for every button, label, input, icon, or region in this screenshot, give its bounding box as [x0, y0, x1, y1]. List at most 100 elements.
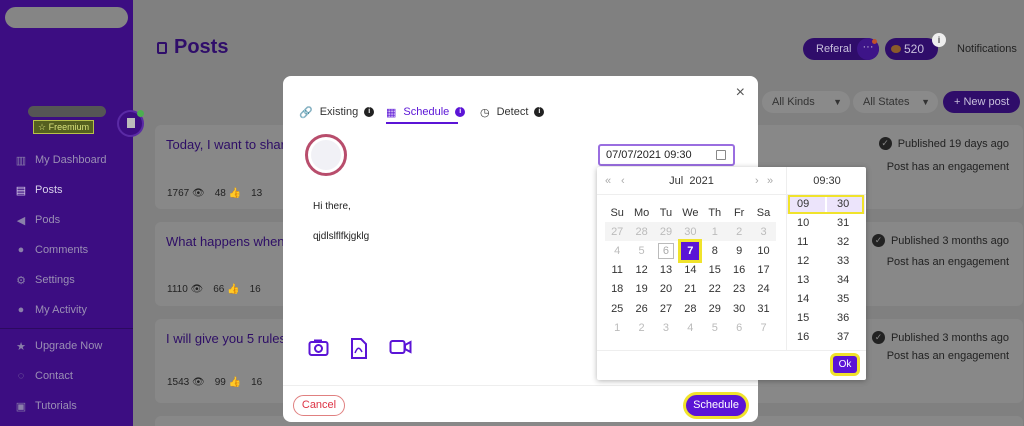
- calendar-day[interactable]: 31: [751, 299, 775, 318]
- minute-option[interactable]: 35: [827, 290, 865, 309]
- calendar-day[interactable]: 29: [703, 299, 727, 318]
- minute-option[interactable]: 33: [827, 252, 865, 271]
- calendar-day[interactable]: 8: [703, 241, 727, 260]
- calendar-day: 4: [614, 244, 621, 257]
- calendar-day[interactable]: 21: [678, 280, 702, 299]
- video-icon[interactable]: [389, 338, 412, 362]
- avatar: [305, 134, 347, 176]
- notifications-link[interactable]: Notifications: [957, 43, 1017, 55]
- calendar-day-selected[interactable]: 7: [678, 241, 702, 260]
- hour-option[interactable]: 13: [787, 271, 825, 290]
- hour-option[interactable]: 12: [787, 252, 825, 271]
- calendar-day[interactable]: 11: [605, 261, 629, 280]
- calendar-day[interactable]: 18: [605, 280, 629, 299]
- calendar-day[interactable]: 26: [629, 299, 653, 318]
- calendar-day[interactable]: 14: [678, 261, 702, 280]
- calendar-day[interactable]: 10: [751, 241, 775, 260]
- tab-existing[interactable]: 🔗 Existing i: [299, 101, 375, 123]
- calendar-panel: « ‹ Jul 2021 › » Su Mo Tu We Th Fr Sa 27 28 29 30 1…: [597, 167, 786, 350]
- kinds-filter[interactable]: All Kinds ▼: [762, 91, 850, 113]
- sidebar-item-tutorials[interactable]: ▣ Tutorials: [14, 397, 77, 415]
- new-post-button[interactable]: + New post: [943, 91, 1020, 113]
- post-title[interactable]: Today, I want to share: [166, 137, 292, 152]
- video-icon: ▣: [15, 400, 27, 413]
- online-status-dot: [137, 110, 144, 117]
- close-icon[interactable]: ×: [736, 85, 745, 101]
- sidebar-item-dashboard[interactable]: ▥ My Dashboard: [14, 151, 107, 169]
- calendar-day[interactable]: 22: [703, 280, 727, 299]
- schedule-datetime-input[interactable]: 07/07/2021 09:30: [598, 144, 735, 166]
- modal-footer-divider: [283, 385, 758, 386]
- sidebar-item-contact[interactable]: ◌ Contact: [14, 367, 73, 385]
- calendar-day[interactable]: 19: [629, 280, 653, 299]
- referal-more-button[interactable]: ···: [857, 38, 879, 60]
- calendar-day: 3: [662, 321, 670, 334]
- info-icon: i: [534, 107, 545, 117]
- minute-column: 30 31 32 33 34 35 36 37: [827, 195, 865, 347]
- minute-option[interactable]: 34: [827, 271, 865, 290]
- calendar-day[interactable]: 17: [751, 261, 775, 280]
- sidebar-item-comments[interactable]: ● Comments: [14, 241, 89, 259]
- next-year-button[interactable]: »: [767, 175, 773, 187]
- status-badge: ✓ Published 19 days ago: [878, 137, 1009, 150]
- status-badge: ✓ Published 3 months ago: [871, 331, 1009, 344]
- calendar-day[interactable]: 27: [654, 299, 678, 318]
- cancel-button[interactable]: Cancel: [293, 395, 345, 416]
- tab-detect[interactable]: ◷ Detect i: [480, 101, 545, 123]
- schedule-button[interactable]: Schedule: [686, 395, 746, 416]
- sidebar-search[interactable]: [5, 7, 128, 28]
- hour-option[interactable]: 11: [787, 233, 825, 252]
- calendar-day[interactable]: 16: [727, 261, 751, 280]
- referal-button[interactable]: Referal ···: [803, 38, 879, 60]
- tab-schedule[interactable]: ▦ Schedule i: [386, 101, 466, 123]
- post-title[interactable]: I will give you 5 rules: [166, 331, 286, 346]
- calendar-icon[interactable]: [716, 150, 726, 160]
- sidebar-divider: [0, 328, 133, 329]
- minute-option[interactable]: 37: [827, 328, 865, 347]
- calendar-day[interactable]: 13: [654, 261, 678, 280]
- hour-option[interactable]: 16: [787, 328, 825, 347]
- weekday-header: We: [682, 206, 699, 219]
- engagement-text: Post has an engagement: [886, 161, 1009, 173]
- sidebar-item-upgrade[interactable]: ★ Upgrade Now: [14, 337, 102, 355]
- calendar-day[interactable]: 12: [629, 261, 653, 280]
- speech-icon: ◌: [17, 370, 25, 382]
- sidebar-item-pods[interactable]: ◀ Pods: [14, 211, 60, 229]
- megaphone-icon: ◀: [16, 214, 26, 227]
- hour-option[interactable]: 14: [787, 290, 825, 309]
- calendar-day: 1: [711, 225, 718, 238]
- states-filter[interactable]: All States ▼: [853, 91, 938, 113]
- hour-option[interactable]: 15: [787, 309, 825, 328]
- camera-icon[interactable]: [308, 338, 329, 363]
- hour-option[interactable]: 10: [787, 214, 825, 233]
- minute-option[interactable]: 32: [827, 233, 865, 252]
- minute-option[interactable]: 31: [827, 214, 865, 233]
- calendar-day[interactable]: 20: [654, 280, 678, 299]
- next-month-button[interactable]: ›: [755, 175, 759, 187]
- sidebar-item-settings[interactable]: ⚙ Settings: [14, 271, 75, 289]
- sidebar-item-posts[interactable]: ▤ Posts: [14, 181, 63, 199]
- calendar-day[interactable]: 25: [605, 299, 629, 318]
- calendar-day[interactable]: 24: [751, 280, 775, 299]
- page-title: Posts: [157, 36, 228, 59]
- time-panel: 09:30 09 10 11 12 13 14 15 16 30 31 32 33 34 35 36 37: [786, 167, 866, 350]
- calendar-day[interactable]: 28: [678, 299, 702, 318]
- selected-time: 09:30: [813, 175, 841, 187]
- post-title[interactable]: What happens when: [166, 234, 285, 249]
- coins-balance[interactable]: 520 i: [885, 33, 946, 60]
- weekday-header: Su: [610, 206, 624, 219]
- avatar[interactable]: [117, 110, 144, 137]
- coins-info-icon[interactable]: i: [932, 33, 946, 47]
- minute-option[interactable]: 36: [827, 309, 865, 328]
- sidebar-item-activity[interactable]: ● My Activity: [14, 301, 87, 319]
- calendar-icon: ▦: [386, 106, 397, 119]
- calendar-day: 2: [736, 225, 743, 238]
- calendar-day[interactable]: 15: [703, 261, 727, 280]
- calendar-day: 2: [638, 321, 645, 334]
- bar-chart-icon: ▥: [15, 154, 27, 167]
- calendar-day[interactable]: 23: [727, 280, 751, 299]
- calendar-day[interactable]: 9: [727, 241, 751, 260]
- calendar-day[interactable]: 30: [727, 299, 751, 318]
- ok-button[interactable]: Ok: [833, 356, 857, 373]
- pdf-icon[interactable]: [350, 338, 368, 365]
